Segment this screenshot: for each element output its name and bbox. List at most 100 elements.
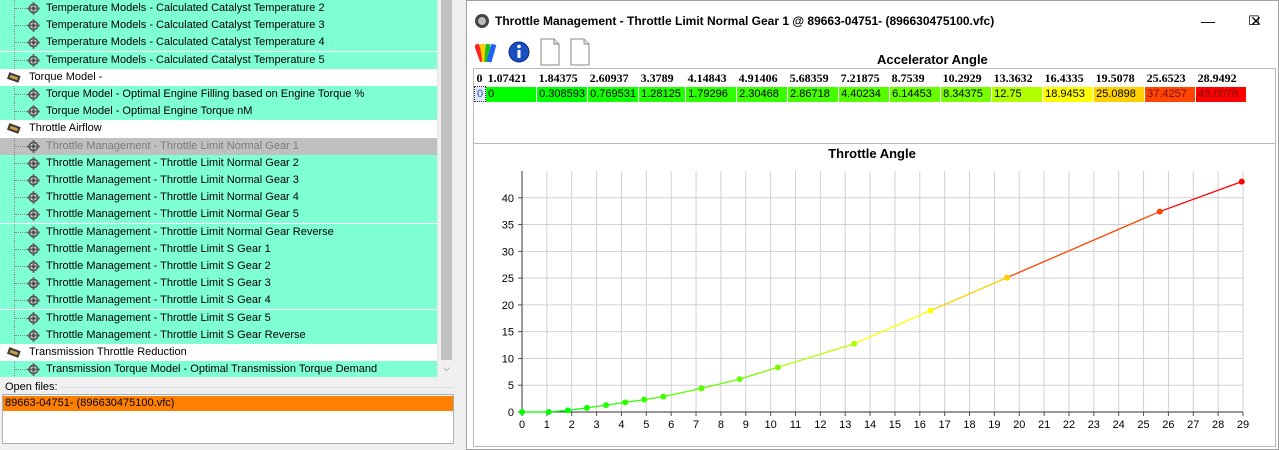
map-gear-icon: [27, 363, 40, 377]
y-tick-label: 5: [508, 380, 514, 392]
tree-item[interactable]: Throttle Management - Throttle Limit S G…: [0, 240, 437, 258]
table-value-cell[interactable]: 4.40234: [838, 86, 891, 102]
table-value-cell[interactable]: 1.28125: [638, 86, 687, 102]
open-file-item[interactable]: 89663-04751- (896630475100.vfc): [3, 396, 453, 411]
table-value-cell[interactable]: 1.79296: [685, 86, 738, 102]
tree-connector: [14, 292, 28, 310]
tree-group[interactable]: Transmission Throttle Reduction: [0, 344, 437, 361]
document-icon[interactable]: [569, 38, 591, 66]
x-tick-label: 0: [519, 419, 525, 431]
x-tick-label: 16: [914, 419, 926, 431]
new-document-icon[interactable]: [539, 38, 561, 66]
data-point: [603, 402, 610, 409]
tree-item-label: Torque Model -: [29, 70, 103, 83]
tree-connector: [14, 189, 28, 207]
tree-item[interactable]: Throttle Management - Throttle Limit Nor…: [0, 154, 437, 172]
tree-item-label: Temperature Models - Calculated Catalyst…: [46, 19, 325, 32]
scrollbar-thumb[interactable]: [441, 0, 452, 360]
tree-item[interactable]: Throttle Management - Throttle Limit S G…: [0, 275, 437, 293]
table-value-cell[interactable]: 0: [485, 86, 538, 102]
table-row-index[interactable]: 0: [473, 86, 487, 102]
map-gear-icon: [27, 294, 40, 308]
table-value-cell[interactable]: 12.75: [991, 86, 1044, 102]
minimize-button[interactable]: —: [1185, 7, 1231, 35]
tree-item[interactable]: Throttle Management - Throttle Limit S G…: [0, 292, 437, 310]
map-table[interactable]: 0 1.07421 1.84375 2.60937 3.3789 4.14843 4.914…: [473, 68, 1276, 144]
map-gear-icon: [27, 88, 40, 101]
tree-item-label: Throttle Management - Throttle Limit Nor…: [46, 156, 299, 169]
map-gear-icon: [27, 174, 40, 187]
table-title: Accelerator Angle: [877, 52, 988, 67]
x-tick-label: 10: [764, 419, 776, 431]
tree-item[interactable]: Temperature Models - Calculated Catalyst…: [0, 17, 437, 35]
table-header-cell: 8.7539: [891, 71, 925, 86]
table-value-cell[interactable]: 25.0898: [1093, 86, 1146, 102]
table-value-row[interactable]: 0 0 0.308593 0.769531 1.28125 1.79296 2.30468 2…: [473, 86, 1248, 102]
series-line-segment: [1006, 210, 1161, 279]
table-header-cell: 16.4335: [1044, 71, 1084, 86]
tree-group[interactable]: Torque Model -: [0, 68, 437, 86]
tree-item-label: Throttle Management - Throttle Limit S G…: [46, 294, 271, 307]
splitter[interactable]: [458, 0, 466, 450]
data-point: [698, 385, 705, 392]
close-button[interactable]: ✕: [1233, 7, 1279, 35]
data-point: [641, 396, 648, 403]
table-value-cell[interactable]: 2.86718: [787, 86, 840, 102]
scroll-down-arrow-icon[interactable]: ⌵: [438, 360, 455, 377]
map-gear-icon: [27, 105, 40, 119]
y-tick-label: 10: [502, 353, 514, 365]
tree-connector: [14, 17, 28, 35]
x-tick-label: 25: [1137, 419, 1149, 431]
map-tree[interactable]: Temperature Models - Calculated Catalyst…: [0, 0, 437, 377]
x-tick-label: 19: [988, 419, 1000, 431]
tree-item[interactable]: Throttle Management - Throttle Limit Nor…: [0, 223, 437, 241]
map-gear-icon: [27, 139, 40, 153]
tree-item[interactable]: Throttle Management - Throttle Limit Nor…: [0, 206, 437, 224]
tree-item[interactable]: Temperature Models - Calculated Catalyst…: [0, 51, 437, 69]
map-gear-icon: [27, 328, 40, 342]
open-files-label: Open files:: [3, 381, 60, 393]
table-value-cell[interactable]: 18.9453: [1042, 86, 1095, 102]
tree-item[interactable]: Throttle Management - Throttle Limit Nor…: [0, 189, 437, 207]
chart-area: Throttle Angle 0 1 2 3 4 5 6 7 8 9 10 11 12 13 14 15 16 17…: [473, 144, 1276, 447]
table-value-cell[interactable]: 6.14453: [889, 86, 942, 102]
left-panel: Temperature Models - Calculated Catalyst…: [0, 0, 458, 450]
table-value-cell[interactable]: 8.34375: [940, 86, 993, 102]
x-tick-label: 23: [1088, 419, 1100, 431]
table-value-cell[interactable]: 0.308593: [536, 86, 589, 102]
data-point: [851, 340, 858, 347]
tree-item-label: Throttle Management - Throttle Limit Nor…: [46, 191, 299, 204]
tree-item[interactable]: Temperature Models - Calculated Catalyst…: [0, 0, 437, 17]
open-files-list[interactable]: 89663-04751- (896630475100.vfc): [2, 394, 454, 444]
table-value-cell[interactable]: 37.4257: [1144, 86, 1197, 102]
tree-item-label: Transmission Torque Model - Optimal Tran…: [46, 363, 378, 376]
tree-item[interactable]: Throttle Management - Throttle Limit S G…: [0, 258, 437, 275]
tree-item-label: Torque Model - Optimal Engine Filling ba…: [46, 88, 365, 100]
series-line-segment: [1159, 181, 1242, 213]
map-gear-icon: [27, 260, 40, 273]
tree-item[interactable]: Torque Model - Optimal Engine Filling ba…: [0, 86, 437, 103]
tree-item[interactable]: Transmission Torque Model - Optimal Tran…: [0, 361, 437, 377]
table-value-cell[interactable]: 43.0078: [1195, 86, 1248, 102]
x-tick-label: 1: [544, 419, 550, 431]
x-tick-label: 11: [790, 419, 801, 431]
data-point: [774, 364, 781, 371]
y-tick-label: 15: [502, 327, 514, 339]
tree-connector: [14, 326, 28, 344]
info-icon[interactable]: [508, 38, 530, 66]
tree-connector: [14, 172, 28, 189]
table-value-cell[interactable]: 0.769531: [587, 86, 640, 102]
color-palette-icon[interactable]: [475, 38, 497, 66]
tree-item[interactable]: Temperature Models - Calculated Catalyst…: [0, 34, 437, 52]
tree-item[interactable]: Throttle Management - Throttle Limit Nor…: [0, 137, 437, 155]
title-bar[interactable]: Throttle Management - Throttle Limit Nor…: [467, 1, 1278, 41]
tree-item[interactable]: Throttle Management - Throttle Limit Nor…: [0, 172, 437, 189]
tree-item[interactable]: Throttle Management - Throttle Limit S G…: [0, 326, 437, 344]
tree-item[interactable]: Throttle Management - Throttle Limit S G…: [0, 309, 437, 327]
tree-scrollbar[interactable]: ⌵: [437, 0, 454, 377]
data-point: [622, 399, 629, 406]
tree-item[interactable]: Torque Model - Optimal Engine Torque nM: [0, 103, 437, 121]
y-tick-label: 25: [502, 273, 514, 285]
tree-group[interactable]: Throttle Airflow: [0, 120, 437, 138]
table-value-cell[interactable]: 2.30468: [736, 86, 789, 102]
